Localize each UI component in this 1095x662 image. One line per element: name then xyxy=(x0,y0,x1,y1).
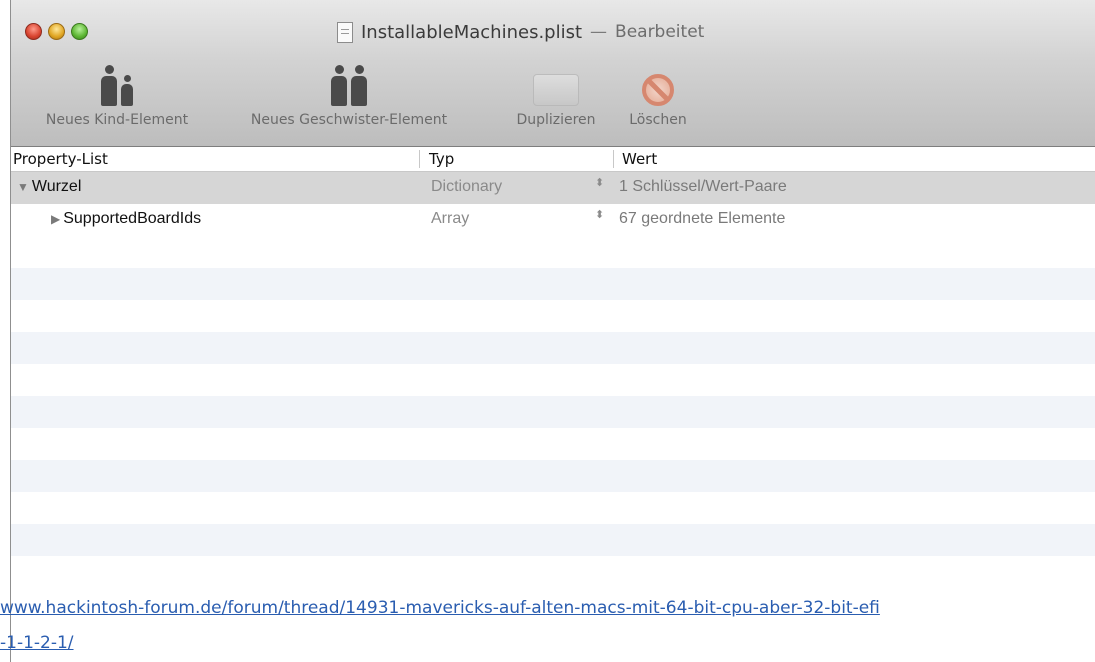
table-row[interactable]: ▶ SupportedBoardIds Array ⬍ 67 geordnete … xyxy=(11,204,1095,236)
empty-row xyxy=(11,332,1095,364)
sibling-figure-icon xyxy=(331,65,347,106)
disclosure-expanded-icon[interactable]: ▼ xyxy=(17,180,29,194)
empty-row xyxy=(11,268,1095,300)
table-row[interactable]: ▼ Wurzel Dictionary ⬍ 1 Schlüssel/Wert-Pa… xyxy=(11,172,1095,204)
empty-row xyxy=(11,396,1095,428)
duplicate-label: Duplizieren xyxy=(516,112,596,128)
plist-table-body: ▼ Wurzel Dictionary ⬍ 1 Schlüssel/Wert-Pa… xyxy=(11,172,1095,572)
duplicate-button[interactable]: Duplizieren xyxy=(501,58,611,128)
adult-figure-icon xyxy=(101,65,117,106)
document-status: Bearbeitet xyxy=(615,22,705,42)
row-type[interactable]: Dictionary xyxy=(431,178,502,196)
new-sibling-button[interactable]: Neues Geschwister-Element xyxy=(221,58,477,128)
empty-row xyxy=(11,460,1095,492)
table-header: Property-List Typ Wert xyxy=(11,147,1095,172)
column-header-value[interactable]: Wert xyxy=(622,150,657,168)
duplicate-icon-wrap xyxy=(501,58,611,106)
row-type[interactable]: Array xyxy=(431,210,469,228)
prohibited-icon xyxy=(642,74,674,106)
row-key-cell[interactable]: ▶ SupportedBoardIds xyxy=(51,210,201,228)
plist-editor-window: InstallableMachines.plist — Bearbeitet N… xyxy=(10,0,1095,662)
new-child-label: Neues Kind-Element xyxy=(45,112,189,128)
new-child-icon xyxy=(13,58,221,106)
delete-label: Löschen xyxy=(629,112,687,128)
column-header-type[interactable]: Typ xyxy=(429,150,454,168)
document-icon xyxy=(337,21,353,43)
row-value[interactable]: 67 geordnete Elemente xyxy=(619,210,785,228)
source-url-line-2[interactable]: -1-1-2-1/ xyxy=(0,633,74,653)
row-key-cell[interactable]: ▼ Wurzel xyxy=(17,178,81,196)
delete-button[interactable]: Löschen xyxy=(617,58,699,128)
duplicate-icon xyxy=(533,74,579,106)
child-figure-icon xyxy=(121,75,133,106)
delete-icon-wrap xyxy=(617,58,699,106)
disclosure-collapsed-icon[interactable]: ▶ xyxy=(51,212,60,226)
type-stepper-icon[interactable]: ⬍ xyxy=(595,210,604,221)
minimize-button[interactable] xyxy=(48,23,65,40)
column-divider[interactable] xyxy=(613,150,614,168)
close-button[interactable] xyxy=(25,23,42,40)
title-separator: — xyxy=(590,22,608,42)
new-child-button[interactable]: Neues Kind-Element xyxy=(13,58,221,128)
row-key: SupportedBoardIds xyxy=(63,210,202,227)
row-value[interactable]: 1 Schlüssel/Wert-Paare xyxy=(619,178,787,196)
zoom-button[interactable] xyxy=(71,23,88,40)
window-title-text: InstallableMachines.plist xyxy=(361,21,583,43)
new-sibling-icon xyxy=(221,58,477,106)
empty-row xyxy=(11,524,1095,556)
column-divider[interactable] xyxy=(419,150,420,168)
new-sibling-label: Neues Geschwister-Element xyxy=(250,112,448,128)
column-header-property-list[interactable]: Property-List xyxy=(13,150,108,168)
window-title: InstallableMachines.plist — Bearbeitet xyxy=(337,18,704,46)
source-url-line-1[interactable]: www.hackintosh-forum.de/forum/thread/149… xyxy=(0,598,880,618)
type-stepper-icon[interactable]: ⬍ xyxy=(595,178,604,189)
row-key: Wurzel xyxy=(31,178,82,195)
title-toolbar: InstallableMachines.plist — Bearbeitet N… xyxy=(11,0,1095,147)
sibling-figure-icon xyxy=(351,65,367,106)
